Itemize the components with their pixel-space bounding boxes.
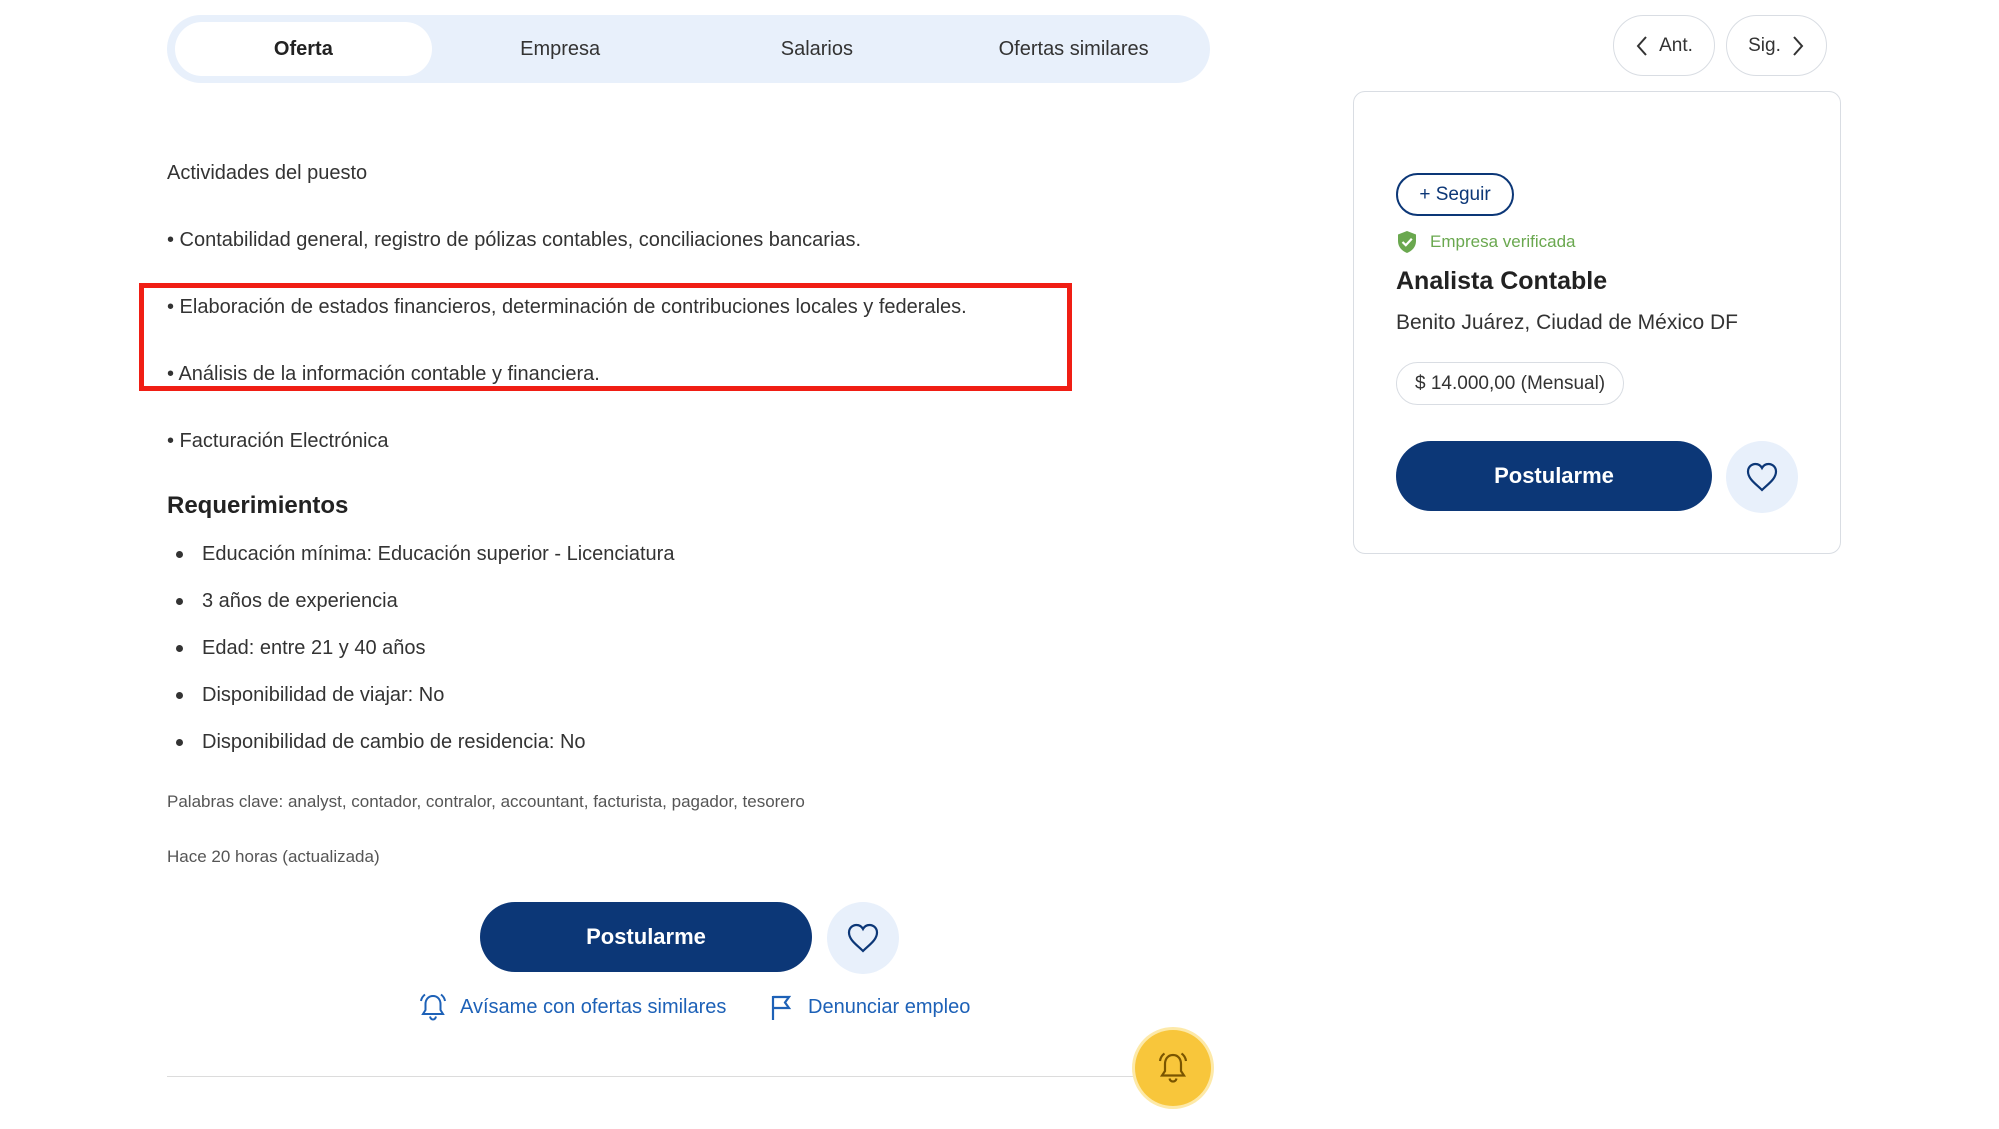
highlight-box: [139, 283, 1072, 391]
job-title: Analista Contable: [1396, 267, 1608, 295]
apply-button-bottom[interactable]: Postularme: [480, 902, 812, 972]
requirement-text: Disponibilidad de cambio de residencia: …: [202, 731, 586, 753]
bell-icon: [420, 993, 446, 1021]
heart-icon: [1746, 462, 1778, 492]
previous-label: Ant.: [1659, 34, 1693, 56]
verified-badge: Empresa verificada: [1396, 230, 1576, 254]
heart-icon: [847, 923, 879, 953]
tab-salarios[interactable]: Salarios: [689, 22, 946, 76]
apply-button-card[interactable]: Postularme: [1396, 441, 1712, 511]
bullet-icon: [176, 645, 183, 652]
verified-label: Empresa verificada: [1430, 232, 1576, 251]
description-line: • Facturación Electrónica: [167, 430, 389, 452]
next-button[interactable]: Sig.: [1726, 15, 1827, 76]
follow-button[interactable]: + Seguir: [1396, 173, 1514, 216]
chevron-right-icon: [1793, 35, 1804, 56]
bullet-icon: [176, 739, 183, 746]
report-job-link[interactable]: Denunciar empleo: [766, 992, 970, 1022]
report-job-label: Denunciar empleo: [808, 995, 971, 1018]
bell-icon: [1158, 1052, 1188, 1083]
description-heading: Actividades del puesto: [167, 162, 368, 184]
tab-oferta[interactable]: Oferta: [175, 22, 432, 76]
favorite-button-bottom[interactable]: [827, 902, 899, 974]
alert-similar-label: Avísame con ofertas similares: [460, 995, 727, 1018]
requirement-text: Disponibilidad de viajar: No: [202, 684, 445, 706]
bullet-icon: [176, 551, 183, 558]
requirement-item: 3 años de experiencia: [167, 590, 398, 613]
favorite-button-card[interactable]: [1726, 441, 1798, 513]
salary-badge: $ 14.000,00 (Mensual): [1396, 362, 1625, 405]
tab-bar: Oferta Empresa Salarios Ofertas similare…: [167, 15, 1210, 83]
next-label: Sig.: [1748, 34, 1781, 56]
bullet-icon: [176, 692, 183, 699]
requirement-text: Edad: entre 21 y 40 años: [202, 637, 426, 659]
chevron-left-icon: [1636, 35, 1647, 56]
job-location: Benito Juárez, Ciudad de México DF: [1396, 311, 1738, 334]
flag-icon: [771, 995, 792, 1020]
job-alert-fab[interactable]: [1135, 1030, 1211, 1106]
requirement-item: Educación mínima: Educación superior - L…: [167, 543, 674, 566]
previous-button[interactable]: Ant.: [1613, 15, 1715, 76]
posted-time: Hace 20 horas (actualizada): [167, 847, 380, 866]
keywords: Palabras clave: analyst, contador, contr…: [167, 792, 805, 811]
requirement-item: Disponibilidad de viajar: No: [167, 684, 444, 707]
tab-ofertas-similares[interactable]: Ofertas similares: [945, 22, 1202, 76]
requirements-title: Requerimientos: [167, 492, 349, 519]
description-line: • Contabilidad general, registro de póli…: [167, 229, 862, 251]
requirement-item: Disponibilidad de cambio de residencia: …: [167, 731, 586, 754]
job-summary-card: + Seguir Empresa verificada Analista Con…: [1353, 91, 1841, 554]
tab-empresa[interactable]: Empresa: [432, 22, 689, 76]
verified-shield-icon: [1398, 231, 1416, 253]
bullet-icon: [176, 598, 183, 605]
alert-similar-link[interactable]: Avísame con ofertas similares: [418, 992, 726, 1022]
requirement-text: 3 años de experiencia: [202, 590, 398, 612]
requirement-item: Edad: entre 21 y 40 años: [167, 637, 426, 660]
requirement-text: Educación mínima: Educación superior - L…: [202, 543, 675, 565]
divider: [167, 1076, 1210, 1077]
